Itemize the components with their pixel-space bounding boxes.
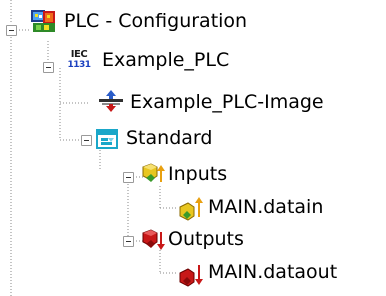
outputs-icon [142,229,165,250]
plc-project-tree: PLC - Configuration IEC 1131 Example_PLC… [0,0,386,296]
iec-icon-text-bottom: 1131 [67,60,91,70]
input-variable-icon [179,197,203,221]
tree-item-example-plc-image[interactable]: Example_PLC-Image [130,91,324,113]
collapse-toggle-example-plc[interactable] [43,62,54,73]
plc-configuration-icon [31,10,55,32]
tree-item-main-dataout[interactable]: MAIN.dataout [208,261,337,283]
inputs-icon [142,163,165,182]
collapse-toggle-outputs[interactable] [123,236,134,247]
tree-item-plc-configuration[interactable]: PLC - Configuration [64,10,247,32]
output-variable-icon [179,265,203,287]
tree-item-main-datain[interactable]: MAIN.datain [208,196,323,218]
tree-item-outputs[interactable]: Outputs [168,228,244,250]
collapse-toggle-plc-configuration[interactable] [6,25,17,36]
tree-item-inputs[interactable]: Inputs [168,163,227,185]
tree-item-standard[interactable]: Standard [126,127,212,149]
iec-icon-text-top: IEC [70,49,88,60]
process-image-icon [99,90,123,112]
collapse-toggle-standard[interactable] [81,135,92,146]
task-icon [96,129,118,149]
collapse-toggle-inputs[interactable] [123,172,134,183]
iec-61131-icon: IEC 1131 [66,49,92,71]
tree-item-example-plc[interactable]: Example_PLC [102,49,229,71]
